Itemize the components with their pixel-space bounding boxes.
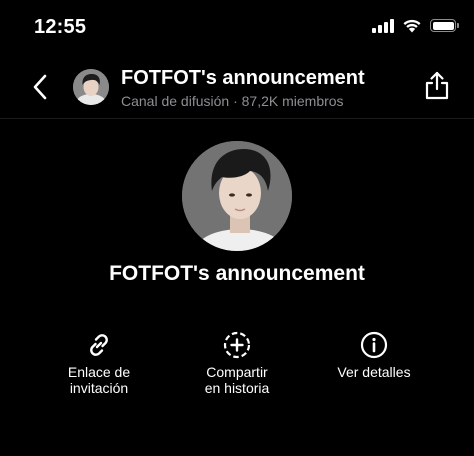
header-divider xyxy=(0,118,474,119)
view-details-button[interactable]: Ver detalles xyxy=(309,330,439,380)
view-details-label: Ver detalles xyxy=(337,364,411,380)
battery-icon xyxy=(430,19,459,32)
link-icon xyxy=(90,334,108,356)
share-to-story-button[interactable]: Compartir en historia xyxy=(172,330,302,396)
wifi-icon xyxy=(403,19,421,33)
channel-avatar[interactable] xyxy=(73,69,109,105)
status-bar: 12:55 xyxy=(0,0,474,52)
share-to-story-label: Compartir en historia xyxy=(204,364,270,396)
profile-avatar[interactable] xyxy=(182,141,292,251)
add-story-icon xyxy=(223,331,251,359)
status-time: 12:55 xyxy=(34,16,87,38)
invite-link-button[interactable]: Enlace de invitación xyxy=(34,330,164,396)
channel-header: FOTFOT's announcement Canal de difusión … xyxy=(0,58,474,116)
profile-photo xyxy=(182,141,292,251)
status-icons xyxy=(372,18,459,33)
info-icon xyxy=(360,331,388,359)
share-icon[interactable] xyxy=(422,70,452,102)
channel-title[interactable]: FOTFOT's announcement xyxy=(121,67,365,90)
channel-screen: 12:55 FOTFOT's announcement Canal de dif… xyxy=(0,0,474,456)
avatar-photo xyxy=(73,69,109,105)
profile-name: FOTFOT's announcement xyxy=(109,262,365,285)
invite-link-label: Enlace de invitación xyxy=(67,364,131,396)
channel-subtitle: Canal de difusión · 87,2K miembros xyxy=(121,93,344,109)
back-icon[interactable] xyxy=(26,72,56,102)
cellular-signal-icon xyxy=(372,18,394,33)
